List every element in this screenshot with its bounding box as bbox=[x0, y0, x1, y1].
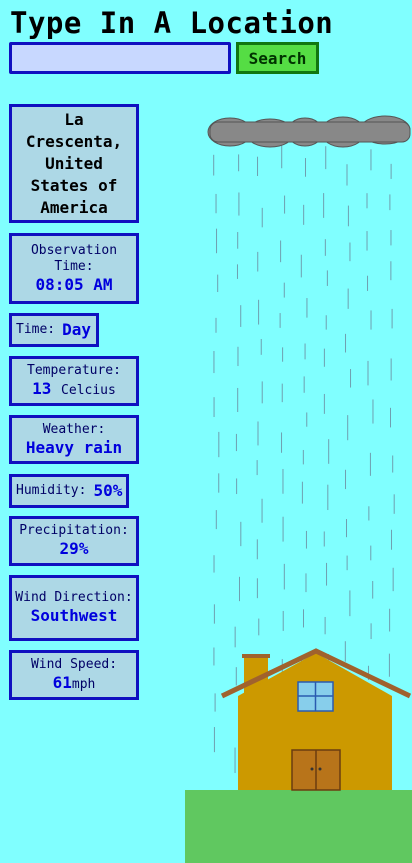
precipitation-label: Precipitation: bbox=[19, 523, 129, 538]
temperature-label: Temperature: bbox=[27, 363, 121, 378]
weather-card: Weather: Heavy rain bbox=[9, 415, 139, 464]
humidity-card: Humidity: 50% bbox=[9, 474, 129, 508]
wind-direction-label: Wind Direction: bbox=[15, 590, 133, 605]
location-name: La Crescenta, United States of America bbox=[25, 109, 123, 217]
humidity-label: Humidity: bbox=[16, 483, 87, 498]
page-title: Type In A Location bbox=[10, 6, 334, 40]
house-icon bbox=[220, 648, 412, 791]
ground bbox=[185, 790, 412, 863]
location-search-input[interactable] bbox=[9, 42, 231, 74]
wind-speed-value: 61 bbox=[52, 673, 72, 692]
wind-direction-value: Southwest bbox=[30, 606, 118, 625]
time-of-day-value: Day bbox=[62, 320, 92, 339]
observation-time-value: 08:05 AM bbox=[35, 274, 113, 294]
temperature-unit: Celcius bbox=[61, 383, 116, 398]
weather-value: Heavy rain bbox=[25, 437, 123, 457]
precipitation-value: 29% bbox=[59, 539, 89, 558]
location-card: La Crescenta, United States of America bbox=[9, 104, 139, 223]
temperature-value: 13 bbox=[32, 379, 52, 398]
observation-time-card: Observation Time: 08:05 AM bbox=[9, 233, 139, 304]
time-of-day-label: Time: bbox=[16, 322, 56, 337]
humidity-value: 50% bbox=[93, 481, 123, 500]
search-button[interactable]: Search bbox=[236, 42, 319, 74]
wind-speed-label: Wind Speed: bbox=[30, 657, 118, 672]
wind-speed-card: Wind Speed: 61mph bbox=[9, 650, 139, 700]
weather-label: Weather: bbox=[42, 421, 106, 437]
time-of-day-card: Time: Day bbox=[9, 313, 99, 347]
precipitation-card: Precipitation: 29% bbox=[9, 516, 139, 566]
temperature-card: Temperature: 13 Celcius bbox=[9, 356, 139, 406]
wind-direction-card: Wind Direction: Southwest bbox=[9, 575, 139, 641]
rain-cloud-icon bbox=[207, 115, 411, 148]
wind-speed-unit: mph bbox=[71, 677, 96, 692]
observation-time-label: Observation Time: bbox=[30, 242, 118, 274]
